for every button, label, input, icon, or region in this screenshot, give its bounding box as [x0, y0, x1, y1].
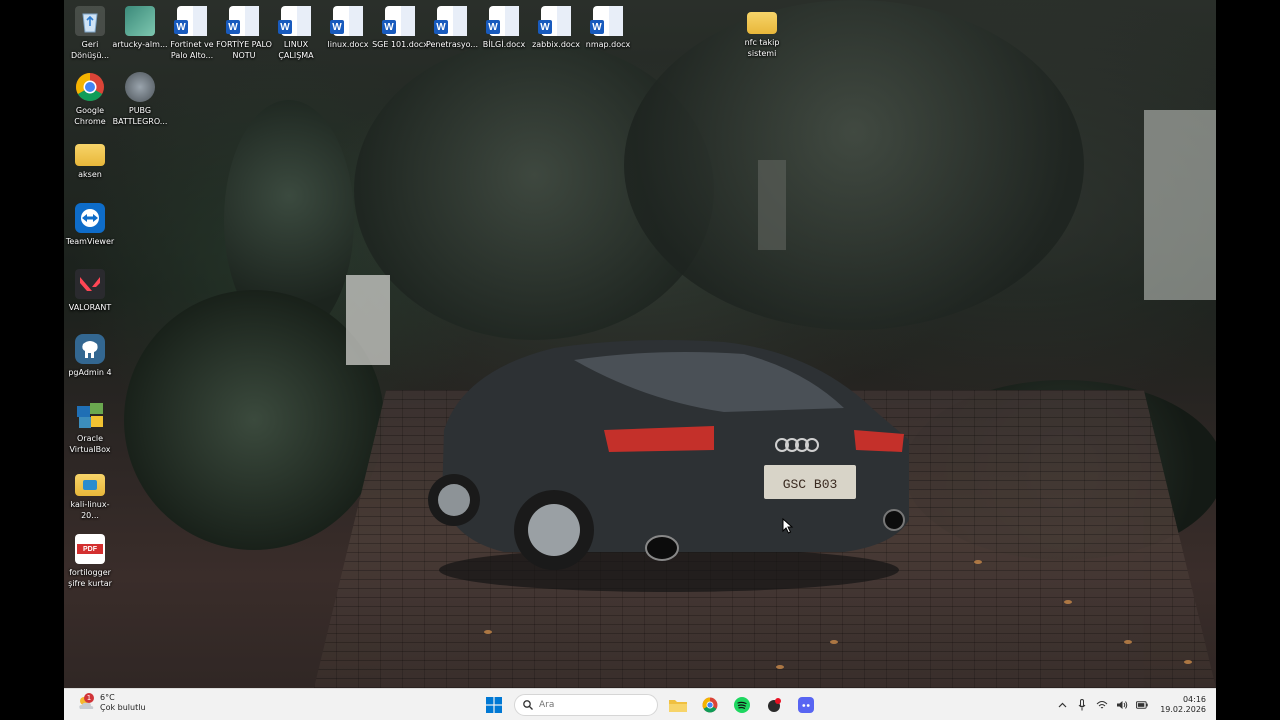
- clock-time: 04:16: [1182, 695, 1206, 704]
- taskbar-spotify[interactable]: [730, 693, 754, 717]
- word-document-icon: W: [382, 6, 415, 36]
- folder-icon: [75, 144, 105, 166]
- desktop-icon-virtualbox[interactable]: Oracle VirtualBox: [64, 400, 116, 455]
- battery-icon[interactable]: [1136, 699, 1148, 711]
- chrome-icon: [702, 697, 718, 713]
- speaker-icon[interactable]: [1116, 699, 1128, 711]
- spotify-icon: [734, 697, 750, 713]
- file-explorer-icon: [669, 700, 687, 712]
- word-document-icon: W: [330, 6, 363, 36]
- folder-icon: [747, 12, 777, 34]
- desktop-icon-word-fortinet[interactable]: W Fortinet ve Palo Alto...: [166, 6, 218, 61]
- app-notification-icon: [768, 698, 781, 712]
- car-audi-r8: GSC B03: [428, 340, 909, 592]
- taskbar-chrome[interactable]: [698, 693, 722, 717]
- desktop-icon-word-fortiye[interactable]: W FORTİYE PALO NOTU: [216, 6, 272, 61]
- recycle-bin-icon: [75, 6, 105, 36]
- folder-icon: [75, 474, 105, 496]
- word-document-icon: W: [538, 6, 571, 36]
- pdf-file-icon: PDF: [75, 534, 105, 564]
- desktop-icon-teamviewer[interactable]: TeamViewer: [64, 203, 116, 247]
- valorant-icon: [75, 269, 105, 299]
- search-icon: [523, 700, 533, 710]
- start-button[interactable]: [482, 693, 506, 717]
- desktop-icon-word-bilgi[interactable]: W BİLGİ.docx: [478, 6, 530, 50]
- pdf-badge: PDF: [77, 544, 103, 554]
- desktop-screen: GSC B03 Geri Dönüşü... artucky-alm... W …: [64, 0, 1216, 720]
- desktop-icon-image-file[interactable]: artucky-alm...: [112, 6, 168, 50]
- word-document-icon: W: [486, 6, 519, 36]
- clock[interactable]: 04:16 19.02.2026: [1160, 695, 1206, 715]
- discord-icon: [798, 697, 814, 713]
- desktop-icon-kali-linux[interactable]: kali-linux-20...: [64, 468, 116, 521]
- desktop-icon-folder-aksen[interactable]: aksen: [64, 138, 116, 180]
- chrome-icon: [75, 72, 105, 102]
- microphone-icon[interactable]: [1076, 699, 1088, 711]
- virtualbox-icon: [75, 400, 105, 430]
- taskbar-search-box[interactable]: [514, 694, 658, 716]
- desktop-icon-word-sge[interactable]: W SGE 101.docx: [372, 6, 428, 50]
- system-tray: 04:16 19.02.2026: [1056, 695, 1206, 715]
- taskbar-discord[interactable]: [794, 693, 818, 717]
- weather-widget[interactable]: 1 6°C Çok bulutlu: [76, 693, 146, 713]
- taskbar-app-red-dot[interactable]: [762, 693, 786, 717]
- desktop-icon-word-linux-calisma[interactable]: W LINUX ÇALIŞMA: [270, 6, 322, 61]
- desktop-icon-valorant[interactable]: VALORANT: [64, 269, 116, 313]
- search-input[interactable]: [539, 700, 649, 710]
- word-document-icon: W: [226, 6, 259, 36]
- word-document-icon: W: [174, 6, 207, 36]
- desktop-icon-word-zabbix[interactable]: W zabbix.docx: [530, 6, 582, 50]
- desktop-icon-word-penetrasyon[interactable]: W Penetrasyo...: [426, 6, 478, 50]
- desktop-icon-word-nmap[interactable]: W nmap.docx: [582, 6, 634, 50]
- clock-date: 19.02.2026: [1160, 705, 1206, 714]
- mouse-cursor: [782, 518, 794, 534]
- wallpaper: GSC B03: [64, 0, 1216, 720]
- wifi-icon[interactable]: [1096, 699, 1108, 711]
- weather-temperature: 6°C: [100, 693, 115, 702]
- weather-notification-badge: 1: [84, 693, 94, 703]
- weather-description: Çok bulutlu: [100, 703, 146, 712]
- taskbar-file-explorer[interactable]: [666, 693, 690, 717]
- desktop-icon-recycle-bin[interactable]: Geri Dönüşü...: [64, 6, 116, 61]
- desktop-icon-pubg[interactable]: PUBG BATTLEGRO...: [113, 72, 167, 127]
- desktop-icon-pgadmin[interactable]: pgAdmin 4: [64, 334, 116, 378]
- word-document-icon: W: [434, 6, 467, 36]
- word-document-icon: W: [278, 6, 311, 36]
- desktop-icon-chrome[interactable]: Google Chrome: [64, 72, 116, 127]
- image-file-icon: [125, 6, 155, 36]
- word-document-icon: W: [590, 6, 623, 36]
- chevron-up-icon[interactable]: [1056, 699, 1068, 711]
- desktop-icon-folder-nfc[interactable]: nfc takip sistemi: [736, 6, 788, 59]
- svg-text:GSC B03: GSC B03: [783, 477, 838, 492]
- windows-logo-icon: [486, 697, 502, 713]
- pubg-icon: [125, 72, 155, 102]
- teamviewer-icon: [75, 203, 105, 233]
- taskbar: 1 6°C Çok bulutlu Ara 04:16 19.02.2026: [64, 688, 1216, 720]
- pgadmin-elephant-icon: [75, 334, 105, 364]
- partly-cloudy-icon: 1: [76, 693, 96, 711]
- desktop-icon-word-linux[interactable]: W linux.docx: [322, 6, 374, 50]
- desktop-icon-pdf-fortilogger[interactable]: PDF fortilogger şifre kurtar: [64, 534, 116, 589]
